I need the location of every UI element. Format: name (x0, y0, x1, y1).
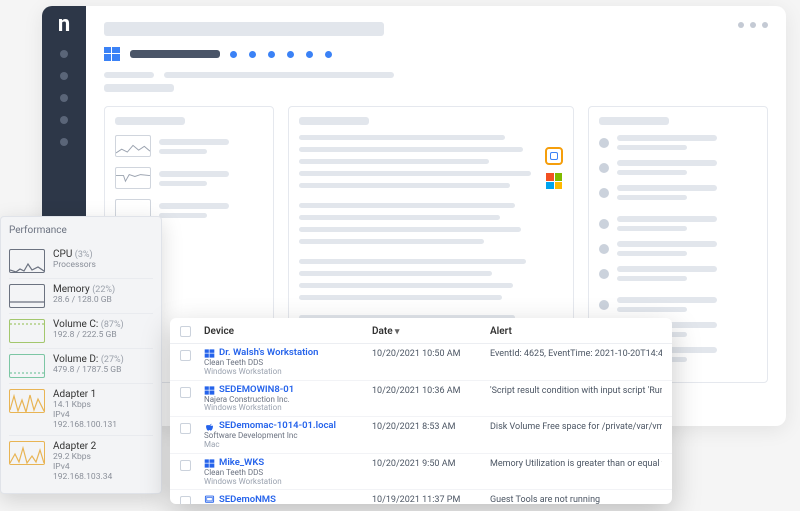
alert-text: Guest Tools are not running (490, 494, 662, 504)
alert-text: EventId: 4625, EventTime: 2021-10-20T14:… (490, 348, 662, 359)
vm-icon (204, 494, 215, 504)
col-device[interactable]: Device (204, 326, 372, 337)
perf-sub3: 192.168.103.34 (53, 472, 112, 482)
device-org: Software Development Inc (204, 432, 372, 441)
device-name[interactable]: SEDemoNMS (219, 495, 276, 504)
perf-percent: (22%) (92, 285, 115, 295)
alerts-panel: Device Date Alert Dr. Walsh's Workstatio… (170, 318, 672, 504)
alert-text: Disk Volume Free space for /private/var/… (490, 421, 662, 432)
alert-date: 10/20/2021 8:53 AM (372, 421, 490, 432)
perf-sub1: 192.8 / 222.5 GB (53, 330, 124, 340)
alert-row[interactable]: SEDemomac-1014-01.local Software Develop… (170, 417, 672, 454)
sparkline-chart (9, 284, 45, 308)
nav-item[interactable] (60, 72, 68, 80)
row-checkbox[interactable] (180, 496, 191, 504)
alert-text: 'Script result condition with input scri… (490, 385, 662, 396)
performance-title: Performance (9, 225, 153, 236)
alert-row[interactable]: Dr. Walsh's Workstation Clean Teeth DDS … (170, 344, 672, 381)
windows-icon (104, 46, 120, 62)
perf-sub1: Processors (53, 260, 96, 270)
nav-item[interactable] (60, 116, 68, 124)
performance-item[interactable]: Adapter 2 29.2 Kbps IPv4 192.168.103.34 (9, 435, 153, 487)
alert-text: Memory Utilization is greater than or eq… (490, 458, 662, 469)
alert-row[interactable]: Mike_WKS Clean Teeth DDS Windows Worksta… (170, 454, 672, 491)
sparkline-chart (9, 249, 45, 273)
perf-percent: (27%) (101, 355, 124, 365)
performance-item[interactable]: Volume C: (87%) 192.8 / 222.5 GB (9, 313, 153, 348)
perf-percent: (87%) (101, 320, 124, 330)
device-type: Windows Workstation (204, 404, 372, 413)
device-name[interactable]: SEDEMOWIN8-01 (219, 385, 294, 395)
perf-label: Volume D: (53, 354, 98, 365)
row-checkbox[interactable] (180, 387, 191, 398)
alert-row[interactable]: SEDemoNMS Internal Infrastructure** VMWa… (170, 490, 672, 504)
device-type: Windows Workstation (204, 368, 372, 377)
performance-item[interactable]: CPU (3%) Processors (9, 244, 153, 278)
device-type: Windows Workstation (204, 478, 372, 487)
app-logo: n (58, 14, 70, 36)
alert-date: 10/20/2021 9:50 AM (372, 458, 490, 469)
nav-item[interactable] (60, 94, 68, 102)
sparkline-chart (9, 319, 45, 343)
select-all-checkbox[interactable] (180, 326, 191, 337)
nav-item[interactable] (60, 138, 68, 146)
row-checkbox[interactable] (180, 350, 191, 361)
alerts-header-row: Device Date Alert (170, 318, 672, 344)
perf-label: CPU (53, 249, 72, 260)
device-name[interactable]: Mike_WKS (219, 458, 264, 468)
col-date[interactable]: Date (372, 326, 490, 337)
perf-label: Memory (53, 284, 90, 295)
alert-row[interactable]: SEDEMOWIN8-01 Najera Construction Inc. W… (170, 381, 672, 418)
sparkline-chart (9, 441, 45, 465)
alert-date: 10/20/2021 10:50 AM (372, 348, 490, 359)
perf-sub2: IPv4 (53, 462, 112, 472)
perf-sub1: 29.2 Kbps (53, 452, 112, 462)
col-alert[interactable]: Alert (490, 326, 662, 337)
windows-legacy-icon (546, 173, 562, 189)
performance-panel: Performance CPU (3%) Processors Memory (… (0, 216, 162, 494)
alert-date: 10/19/2021 11:37 PM (372, 494, 490, 504)
perf-label: Volume C: (53, 319, 98, 330)
perf-sub1: 28.6 / 128.0 GB (53, 295, 115, 305)
perf-sub2: IPv4 (53, 410, 117, 420)
nav-item[interactable] (60, 50, 68, 58)
window-controls (738, 22, 768, 28)
row-checkbox[interactable] (180, 423, 191, 434)
device-type: Mac (204, 441, 372, 450)
status-dots (230, 51, 332, 58)
perf-sub1: 14.1 Kbps (53, 400, 117, 410)
perf-percent: (3%) (75, 250, 93, 260)
alert-date: 10/20/2021 10:36 AM (372, 385, 490, 396)
performance-item[interactable]: Volume D: (27%) 479.8 / 1787.5 GB (9, 348, 153, 383)
vmware-icon (545, 147, 563, 165)
performance-item[interactable]: Memory (22%) 28.6 / 128.0 GB (9, 278, 153, 313)
performance-item[interactable]: Adapter 1 14.1 Kbps IPv4 192.168.100.131 (9, 383, 153, 435)
sparkline-chart (9, 354, 45, 378)
device-name-skeleton (130, 50, 220, 58)
perf-label: Adapter 1 (53, 389, 96, 400)
row-checkbox[interactable] (180, 460, 191, 471)
windows-icon (204, 385, 215, 396)
sparkline-chart (9, 389, 45, 413)
perf-sub3: 192.168.100.131 (53, 420, 117, 430)
perf-label: Adapter 2 (53, 441, 96, 452)
perf-sub1: 479.8 / 1787.5 GB (53, 365, 124, 375)
page-title-skeleton (104, 22, 384, 36)
